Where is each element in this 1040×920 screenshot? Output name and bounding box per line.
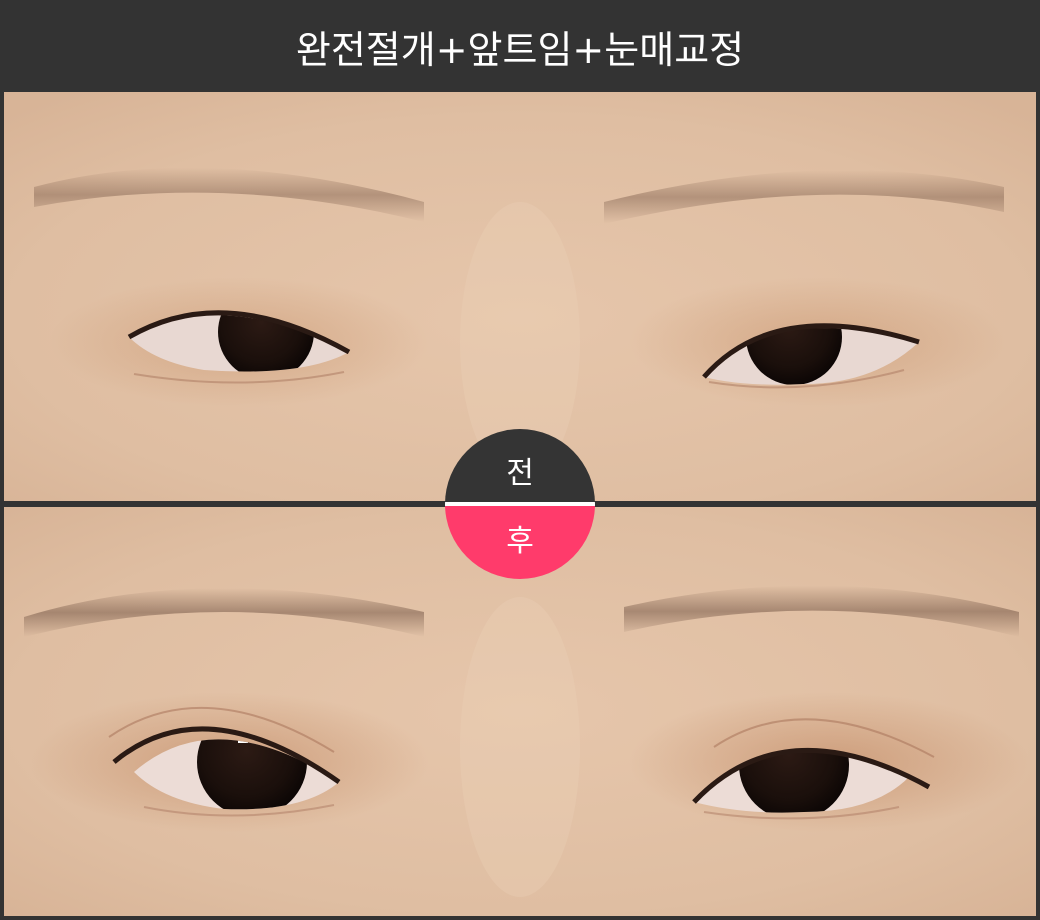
title-bar: 완전절개+앞트임+눈매교정	[0, 0, 1040, 92]
after-badge: 후	[445, 506, 595, 579]
before-label: 전	[506, 455, 534, 491]
after-label: 후	[506, 523, 534, 559]
before-after-page: 완전절개+앞트임+눈매교정 전 후	[0, 0, 1040, 920]
before-badge: 전	[445, 429, 595, 502]
before-after-badge: 전 후	[445, 429, 595, 579]
page-title: 완전절개+앞트임+눈매교정	[295, 27, 745, 72]
